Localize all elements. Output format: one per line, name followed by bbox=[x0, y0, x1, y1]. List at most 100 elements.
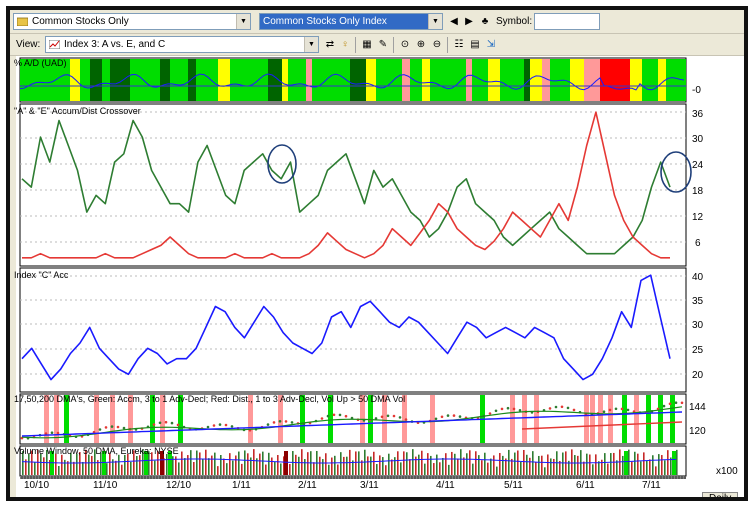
volume-bar bbox=[448, 464, 450, 475]
dma-price-dot bbox=[662, 404, 666, 408]
ad-strip-segment bbox=[102, 59, 110, 101]
list-selector-value: Common Stocks Only bbox=[32, 16, 129, 27]
view-selector[interactable]: Index 3: A vs. E, and C ▼ bbox=[45, 36, 319, 53]
dma-price-dot bbox=[626, 408, 630, 412]
volume-bar bbox=[217, 466, 219, 475]
x-axis-label: 7/11 bbox=[642, 480, 661, 491]
ae-axis-label: 18 bbox=[692, 186, 704, 197]
link-icon[interactable]: ⇄ bbox=[323, 38, 337, 52]
zoom-in-icon[interactable]: ⊕ bbox=[414, 38, 428, 52]
ae-axis-label: 30 bbox=[692, 134, 704, 145]
volume-bar bbox=[355, 451, 357, 475]
ad-strip-segment bbox=[366, 59, 376, 101]
ad-strip-segment bbox=[306, 59, 312, 101]
volume-bar bbox=[190, 450, 192, 475]
ad-strip-segment bbox=[90, 59, 102, 101]
chevron-down-icon[interactable]: ▼ bbox=[428, 14, 442, 29]
volume-bar bbox=[199, 452, 201, 475]
x-axis-label: 12/10 bbox=[166, 480, 192, 491]
chevron-down-icon[interactable]: ▼ bbox=[236, 14, 250, 29]
volume-bar bbox=[385, 465, 387, 475]
c-panel-frame bbox=[19, 267, 687, 393]
volume-bar bbox=[499, 453, 501, 475]
volume-bar bbox=[136, 456, 138, 475]
volume-bar bbox=[439, 462, 441, 475]
symbol-label: Symbol: bbox=[496, 16, 533, 27]
volume-bar bbox=[82, 461, 84, 475]
divider bbox=[355, 37, 356, 53]
zoom-out-icon[interactable]: ⊖ bbox=[430, 38, 444, 52]
dma-price-dot bbox=[212, 424, 216, 427]
volume-bar bbox=[181, 451, 183, 475]
bulb-icon[interactable]: ♀ bbox=[338, 38, 352, 52]
volume-bar bbox=[400, 462, 402, 475]
chevron-down-icon[interactable]: ▼ bbox=[304, 37, 318, 52]
settings-icon[interactable]: ▦ bbox=[360, 38, 374, 52]
chart-area: % A/D (UAD) "A" & "E" Accum/Dist Crossov… bbox=[10, 56, 744, 497]
volume-bar bbox=[490, 458, 492, 475]
volume-bar bbox=[76, 454, 78, 475]
x-axis-label: 2/11 bbox=[298, 480, 317, 491]
volume-bar bbox=[313, 462, 315, 475]
volume-bar bbox=[220, 454, 222, 475]
index-selector[interactable]: Common Stocks Only Index ▼ bbox=[259, 13, 443, 30]
x-axis-label: 4/11 bbox=[436, 480, 455, 491]
volume-bar bbox=[631, 461, 633, 475]
dma-price-dot bbox=[176, 423, 180, 427]
export-icon[interactable]: ⇲ bbox=[484, 38, 498, 52]
list-icon[interactable]: ▤ bbox=[468, 38, 482, 52]
volume-bar bbox=[424, 463, 426, 475]
grid-icon[interactable]: ☷ bbox=[452, 38, 466, 52]
dma-signal-bar bbox=[598, 395, 603, 443]
ad-strip-segment bbox=[630, 59, 642, 101]
volume-bar bbox=[64, 459, 66, 475]
volume-bar bbox=[394, 457, 396, 475]
volume-signal-bar bbox=[672, 451, 676, 475]
edit-icon[interactable]: ✎ bbox=[376, 38, 390, 52]
volume-bar bbox=[475, 451, 477, 475]
dma-price-dot bbox=[620, 407, 624, 411]
volume-signal-bar bbox=[284, 451, 288, 475]
volume-bar bbox=[370, 456, 372, 475]
symbol-input[interactable] bbox=[534, 13, 600, 30]
period-tab[interactable]: Daily bbox=[702, 492, 739, 497]
volume-bar bbox=[196, 450, 198, 475]
zoom-icon[interactable]: ⊙ bbox=[398, 38, 412, 52]
volume-bar bbox=[259, 453, 261, 475]
volume-bar bbox=[223, 458, 225, 475]
next-arrow-icon[interactable]: ▶ bbox=[462, 15, 476, 29]
volume-bar bbox=[409, 459, 411, 475]
volume-bar bbox=[412, 449, 414, 475]
volume-bar bbox=[289, 463, 291, 475]
previous-arrow-icon[interactable]: ◀ bbox=[447, 15, 461, 29]
volume-bar bbox=[100, 452, 102, 475]
list-selector[interactable]: Common Stocks Only ▼ bbox=[13, 13, 251, 30]
c-panel-title: Index "C" Acc bbox=[14, 270, 69, 280]
volume-bar bbox=[607, 463, 609, 475]
folder-icon bbox=[17, 17, 28, 26]
ae-axis-label: 36 bbox=[692, 109, 704, 120]
volume-bar bbox=[628, 449, 630, 475]
volume-bar bbox=[244, 450, 246, 475]
volume-bar bbox=[622, 455, 624, 475]
volume-bar bbox=[319, 456, 321, 475]
divider bbox=[393, 37, 394, 53]
chart-icon bbox=[49, 40, 60, 49]
dma-price-dot bbox=[218, 423, 222, 426]
volume-bar bbox=[34, 462, 36, 475]
binoculars-icon[interactable]: ♣ bbox=[478, 15, 492, 29]
x-axis-label: 5/11 bbox=[504, 480, 523, 491]
volume-bar bbox=[529, 457, 531, 475]
dma-price-dot bbox=[278, 420, 282, 423]
volume-bar bbox=[526, 454, 528, 475]
volume-bar bbox=[43, 457, 45, 475]
volume-bar bbox=[274, 461, 276, 475]
dma-price-dot bbox=[158, 421, 162, 425]
ad-strip-segment bbox=[110, 59, 130, 101]
view-toolbar: View: Index 3: A vs. E, and C ▼ ⇄ ♀ ▦ ✎ … bbox=[10, 34, 744, 56]
dma-price-dot bbox=[56, 431, 60, 435]
dma-signal-bar bbox=[622, 395, 627, 443]
dma-price-dot bbox=[608, 408, 612, 412]
dma-price-dot bbox=[152, 423, 156, 426]
ad-strip-segment bbox=[488, 59, 500, 101]
